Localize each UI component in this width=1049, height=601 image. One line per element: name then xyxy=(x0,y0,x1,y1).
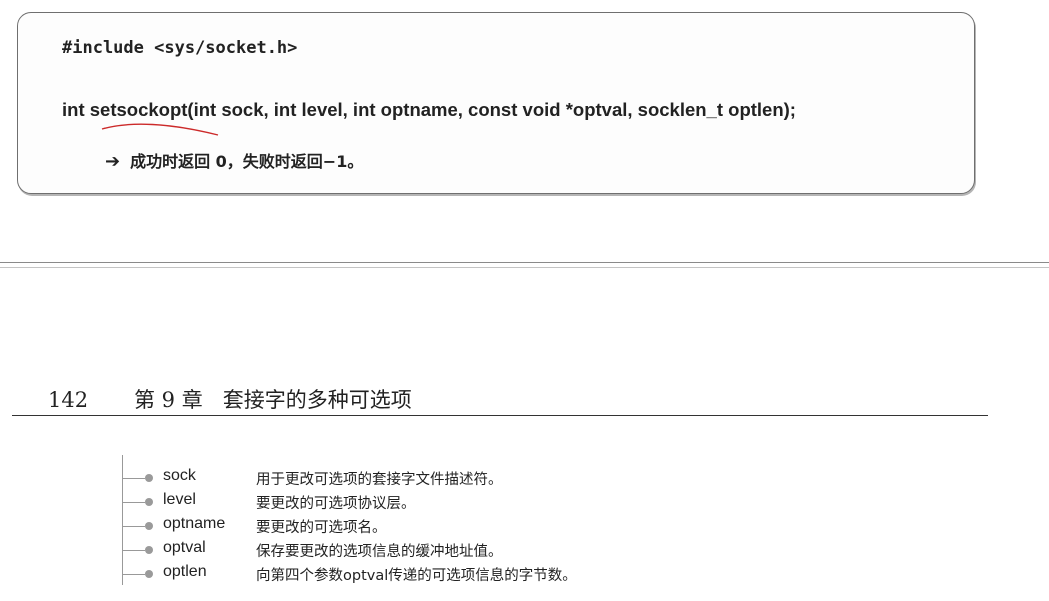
arrow-right-icon: ➔ xyxy=(105,151,121,172)
parameter-tree-trunk xyxy=(122,455,129,585)
param-name: level xyxy=(163,491,196,508)
page-divider-shadow xyxy=(0,267,1049,268)
page-header: 142 第 9 章套接字的多种可选项 xyxy=(48,384,412,414)
param-name: optname xyxy=(163,515,226,532)
chapter-label: 第 9 章 xyxy=(134,388,203,412)
header-rule xyxy=(12,415,988,416)
tree-branch xyxy=(123,502,145,503)
bullet-dot-icon xyxy=(145,546,153,554)
param-description: 用于更改可选项的套接字文件描述符。 xyxy=(256,472,503,488)
bullet-dot-icon xyxy=(145,498,153,506)
param-name: optlen xyxy=(163,563,207,580)
bullet-dot-icon xyxy=(145,522,153,530)
tree-branch xyxy=(123,574,145,575)
function-name: setsockopt xyxy=(89,99,188,120)
page-divider xyxy=(0,262,1049,263)
param-name: optval xyxy=(163,539,206,556)
function-arguments: (int sock, int level, int optname, const… xyxy=(187,99,796,120)
return-value-note: ➔ 成功时返回 0，失败时返回−1。 xyxy=(105,148,363,172)
param-description: 要更改的可选项协议层。 xyxy=(256,496,416,512)
bullet-dot-icon xyxy=(145,474,153,482)
chapter-title: 套接字的多种可选项 xyxy=(222,388,412,412)
param-name: sock xyxy=(163,467,196,484)
return-value-text: 成功时返回 0，失败时返回−1。 xyxy=(130,152,364,171)
function-signature: int setsockopt(int sock, int level, int … xyxy=(62,99,796,121)
tree-branch xyxy=(123,550,145,551)
page-number: 142 xyxy=(48,388,89,412)
bullet-dot-icon xyxy=(145,570,153,578)
param-description: 向第四个参数optval传递的可选项信息的字节数。 xyxy=(256,568,577,584)
tree-branch xyxy=(123,526,145,527)
return-type: int xyxy=(62,99,85,120)
param-description: 要更改的可选项名。 xyxy=(256,520,387,536)
tree-branch xyxy=(123,478,145,479)
handwritten-underline-annotation xyxy=(101,123,219,136)
param-description: 保存要更改的选项信息的缓冲地址值。 xyxy=(256,544,503,560)
include-directive: #include <sys/socket.h> xyxy=(62,38,298,58)
